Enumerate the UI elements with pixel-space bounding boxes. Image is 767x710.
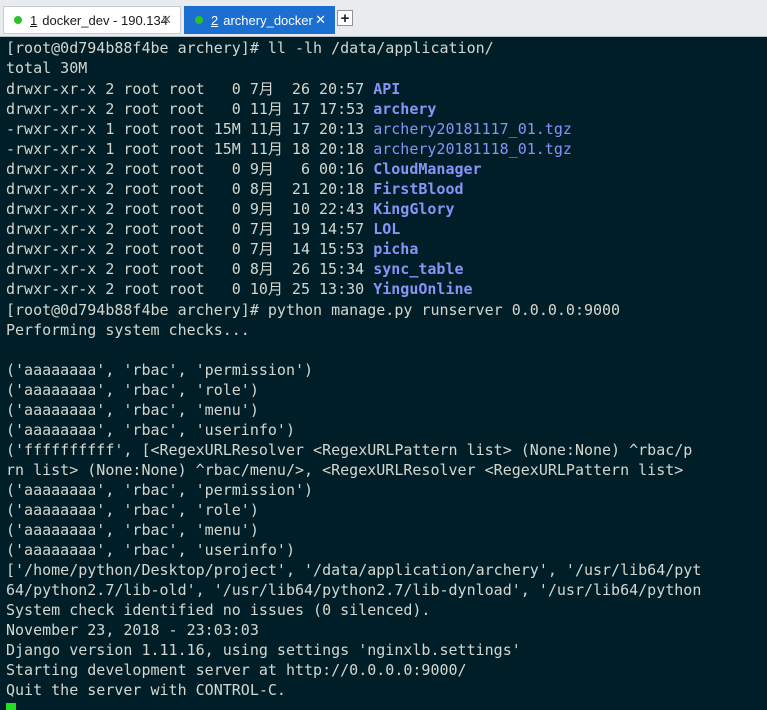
file-name: archery xyxy=(373,100,437,118)
file-name: archery20181117_01.tgz xyxy=(373,120,572,138)
output-line: ('aaaaaaaa', 'rbac', 'permission') xyxy=(6,361,314,379)
file-name: CloudManager xyxy=(373,160,482,178)
close-icon[interactable]: ✕ xyxy=(161,12,172,28)
output-line: ['/home/python/Desktop/project', '/data/… xyxy=(6,561,702,579)
file-meta: drwxr-xr-x 2 root root 0 11月 17 17:53 xyxy=(6,100,374,118)
output-line: ('aaaaaaaa', 'rbac', 'userinfo') xyxy=(6,541,295,559)
file-name: YinguOnline xyxy=(373,280,473,298)
output-line: Starting development server at http://0.… xyxy=(6,661,467,679)
listing-row: -rwxr-xr-x 1 root root 15M 11月 18 20:18 … xyxy=(6,139,767,159)
listing-row: drwxr-xr-x 2 root root 0 7月 14 15:53 pic… xyxy=(6,239,767,259)
connected-status-icon xyxy=(195,16,203,24)
file-name: picha xyxy=(373,240,419,258)
terminal-output[interactable]: [root@0d794b88f4be archery]# ll -lh /dat… xyxy=(0,37,767,710)
server-output: [root@0d794b88f4be archery]# python mana… xyxy=(6,300,767,700)
prompt-line xyxy=(6,700,767,710)
output-line: ('aaaaaaaa', 'rbac', 'userinfo') xyxy=(6,421,295,439)
output-line: rn list> (None:None) ^rbac/menu/>, <Rege… xyxy=(6,461,693,479)
output-line: ('ffffffffff', [<RegexURLResolver <Regex… xyxy=(6,441,693,459)
output-line: ('aaaaaaaa', 'rbac', 'permission') xyxy=(6,481,314,499)
tab-label: archery_docker xyxy=(223,12,313,28)
tab-label: docker_dev - 190.134 xyxy=(42,12,168,28)
output-line: ('aaaaaaaa', 'rbac', 'menu') xyxy=(6,521,259,539)
listing-row: drwxr-xr-x 2 root root 0 8月 26 15:34 syn… xyxy=(6,259,767,279)
output-line: Performing system checks... xyxy=(6,321,250,339)
tab-archery-docker[interactable]: 2 archery_docker ✕ xyxy=(184,6,335,34)
add-tab-button[interactable]: + xyxy=(337,10,353,26)
file-meta: -rwxr-xr-x 1 root root 15M 11月 17 20:13 xyxy=(6,120,374,138)
file-name: API xyxy=(373,80,401,98)
output-line: System check identified no issues (0 sil… xyxy=(6,601,431,619)
listing-row: drwxr-xr-x 2 root root 0 8月 21 20:18 Fir… xyxy=(6,179,767,199)
file-meta: drwxr-xr-x 2 root root 0 7月 26 20:57 xyxy=(6,80,374,98)
file-meta: drwxr-xr-x 2 root root 0 8月 26 15:34 xyxy=(6,260,374,278)
file-name: FirstBlood xyxy=(373,180,464,198)
output-line: Django version 1.11.16, using settings '… xyxy=(6,641,521,659)
file-name: KingGlory xyxy=(373,200,455,218)
output-line: ('aaaaaaaa', 'rbac', 'role') xyxy=(6,381,259,399)
output-line: [root@0d794b88f4be archery]# python mana… xyxy=(6,301,621,319)
file-meta: drwxr-xr-x 2 root root 0 7月 14 15:53 xyxy=(6,240,374,258)
output-line: Quit the server with CONTROL-C. xyxy=(6,681,286,699)
connected-status-icon xyxy=(14,16,22,24)
listing-row: drwxr-xr-x 2 root root 0 9月 6 00:16 Clou… xyxy=(6,159,767,179)
file-meta: drwxr-xr-x 2 root root 0 9月 6 00:16 xyxy=(6,160,374,178)
listing-total: total 30M xyxy=(6,59,88,77)
command-line: [root@0d794b88f4be archery]# ll -lh /dat… xyxy=(6,39,494,57)
listing-row: drwxr-xr-x 2 root root 0 9月 10 22:43 Kin… xyxy=(6,199,767,219)
close-icon[interactable]: ✕ xyxy=(315,12,326,28)
tab-bar: 1 docker_dev - 190.134 ✕ 2 archery_docke… xyxy=(0,0,767,37)
file-meta: drwxr-xr-x 2 root root 0 10月 25 13:30 xyxy=(6,280,374,298)
tab-number: 1 xyxy=(30,12,38,28)
listing-row: drwxr-xr-x 2 root root 0 7月 19 14:57 LOL xyxy=(6,219,767,239)
output-line: ('aaaaaaaa', 'rbac', 'menu') xyxy=(6,401,259,419)
tab-number: 2 xyxy=(211,12,219,28)
file-name: LOL xyxy=(373,220,401,238)
file-meta: -rwxr-xr-x 1 root root 15M 11月 18 20:18 xyxy=(6,140,374,158)
file-meta: drwxr-xr-x 2 root root 0 8月 21 20:18 xyxy=(6,180,374,198)
terminal-cursor xyxy=(6,702,16,710)
listing-row: -rwxr-xr-x 1 root root 15M 11月 17 20:13 … xyxy=(6,119,767,139)
file-name: archery20181118_01.tgz xyxy=(373,140,572,158)
file-meta: drwxr-xr-x 2 root root 0 7月 19 14:57 xyxy=(6,220,374,238)
output-line: ('aaaaaaaa', 'rbac', 'role') xyxy=(6,501,259,519)
output-line: November 23, 2018 - 23:03:03 xyxy=(6,621,259,639)
listing-row: drwxr-xr-x 2 root root 0 11月 17 17:53 ar… xyxy=(6,99,767,119)
file-listing: drwxr-xr-x 2 root root 0 7月 26 20:57 API… xyxy=(6,79,767,299)
tab-docker-dev[interactable]: 1 docker_dev - 190.134 ✕ xyxy=(3,6,181,34)
listing-row: drwxr-xr-x 2 root root 0 10月 25 13:30 Yi… xyxy=(6,279,767,299)
file-meta: drwxr-xr-x 2 root root 0 9月 10 22:43 xyxy=(6,200,374,218)
file-name: sync_table xyxy=(373,260,464,278)
output-line: 64/python2.7/lib-old', '/usr/lib64/pytho… xyxy=(6,581,702,599)
listing-row: drwxr-xr-x 2 root root 0 7月 26 20:57 API xyxy=(6,79,767,99)
